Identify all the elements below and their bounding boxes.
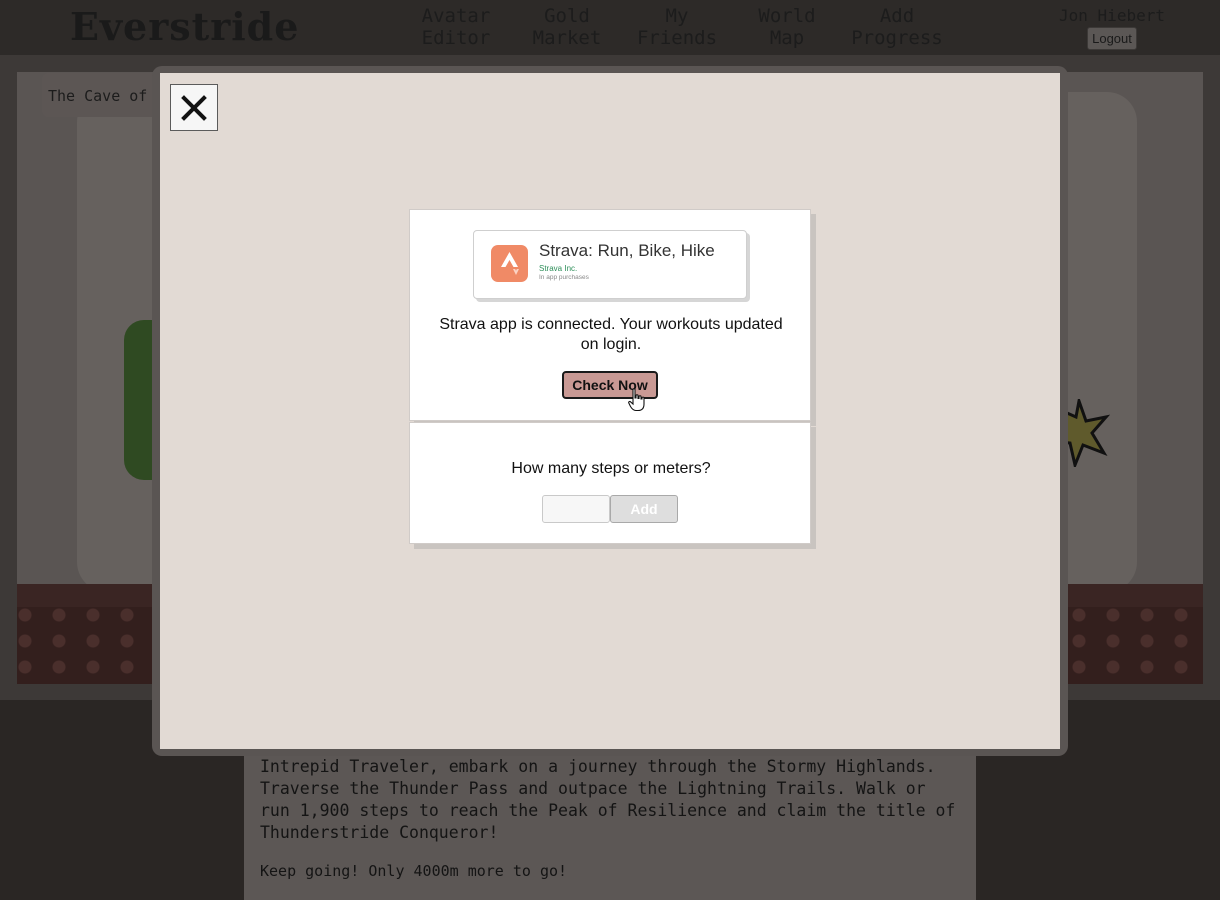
strava-status-text: Strava app is connected. Your workouts u… bbox=[439, 316, 783, 353]
nav-avatar-editor-line1: Avatar bbox=[421, 5, 491, 27]
modal-body: Strava: Run, Bike, Hike Strava Inc. In a… bbox=[160, 73, 1060, 749]
nav-add-progress-line2: Progress bbox=[851, 27, 943, 49]
strava-purchases-note: In app purchases bbox=[539, 274, 589, 281]
nav-gold-market-line2: Market bbox=[532, 27, 602, 49]
user-name: Jon Hiebert bbox=[1059, 6, 1165, 25]
top-navigation-bar: Everstride Avatar Editor Gold Market My … bbox=[0, 0, 1220, 55]
progress-remaining-text: Keep going! Only 4000m more to go! bbox=[260, 862, 568, 880]
nav-add-progress[interactable]: Add Progress bbox=[838, 5, 956, 49]
nav-world-map[interactable]: World Map bbox=[732, 5, 842, 49]
nav-world-map-line2: Map bbox=[769, 27, 805, 49]
strava-developer: Strava Inc. bbox=[539, 264, 578, 273]
strava-logo-icon bbox=[491, 245, 528, 282]
nav-world-map-line1: World bbox=[758, 5, 816, 27]
close-icon bbox=[181, 94, 207, 121]
strava-panel: Strava: Run, Bike, Hike Strava Inc. In a… bbox=[409, 209, 811, 421]
hand-cursor-icon bbox=[628, 388, 645, 412]
story-text: Intrepid Traveler, embark on a journey t… bbox=[260, 757, 956, 842]
nav-my-friends-line1: My bbox=[665, 5, 689, 27]
nav-avatar-editor[interactable]: Avatar Editor bbox=[400, 5, 512, 49]
close-button[interactable] bbox=[170, 84, 218, 131]
logout-button[interactable]: Logout bbox=[1087, 27, 1137, 50]
add-progress-modal: Strava: Run, Bike, Hike Strava Inc. In a… bbox=[152, 66, 1068, 756]
nav-add-progress-line1: Add bbox=[879, 5, 915, 27]
nav-avatar-editor-line2: Editor bbox=[421, 27, 491, 49]
app-logo[interactable]: Everstride bbox=[70, 4, 299, 49]
add-button[interactable]: Add bbox=[610, 495, 678, 523]
nav-my-friends-line2: Friends bbox=[636, 27, 718, 49]
strava-app-badge[interactable]: Strava: Run, Bike, Hike Strava Inc. In a… bbox=[473, 230, 747, 299]
steps-prompt: How many steps or meters? bbox=[511, 460, 711, 477]
nav-gold-market-line1: Gold bbox=[544, 5, 590, 27]
nav-gold-market[interactable]: Gold Market bbox=[512, 5, 622, 49]
nav-my-friends[interactable]: My Friends bbox=[622, 5, 732, 49]
steps-input[interactable] bbox=[542, 495, 610, 523]
manual-entry-panel: How many steps or meters? Add bbox=[409, 422, 811, 544]
strava-app-name: Strava: Run, Bike, Hike bbox=[539, 241, 715, 260]
